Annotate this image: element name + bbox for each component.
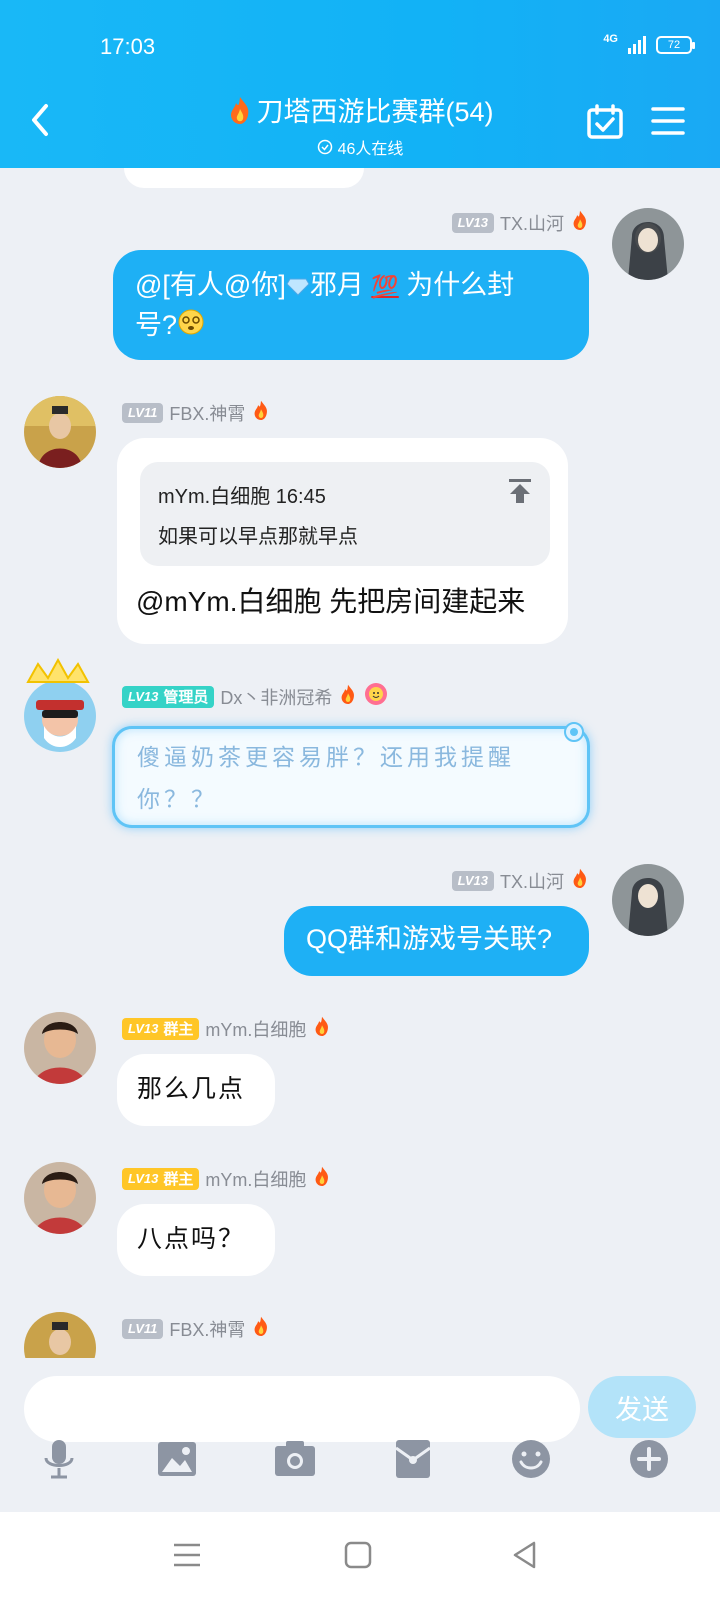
fire-icon	[338, 682, 358, 711]
message-text: QQ群和游戏号关联?	[306, 924, 553, 954]
sender-row: LV13 群主 mYm.白细胞	[122, 1164, 332, 1193]
battery-level: 72	[667, 39, 681, 51]
fire-icon	[251, 1314, 271, 1343]
avatar[interactable]	[24, 1162, 96, 1234]
quoted-message[interactable]: mYm.白细胞 16:45 如果可以早点那就早点	[140, 462, 550, 566]
avatar[interactable]	[24, 1012, 96, 1084]
image-icon[interactable]	[154, 1436, 200, 1482]
red-packet-icon[interactable]	[390, 1436, 436, 1482]
avatar[interactable]	[24, 396, 96, 468]
avatar[interactable]	[24, 658, 96, 752]
avatar[interactable]	[24, 1312, 96, 1358]
role-text: 群主	[163, 1021, 194, 1038]
previous-message-bubble	[124, 168, 364, 188]
owner-badge: LV13 群主	[122, 1167, 200, 1190]
emoji-icon[interactable]	[508, 1436, 554, 1482]
fire-icon	[312, 1164, 332, 1193]
status-time: 17:03	[100, 34, 156, 59]
sender-row: LV13 TX.山河	[451, 208, 590, 237]
fire-icon	[570, 208, 590, 237]
hundred-icon: 💯	[371, 273, 399, 299]
message-text: 那么几点	[137, 1074, 246, 1103]
message-text: 八点吗？	[137, 1224, 246, 1253]
message-text: 傻逼奶茶更容易胖？还用我提醒 你？？	[137, 737, 577, 821]
input-toolbar	[0, 1436, 720, 1496]
message-bubble[interactable]: @[有人@你] 邪月 💯 为什么封号?	[113, 250, 589, 360]
level-badge: LV11	[122, 402, 164, 423]
quote-meta: mYm.白细胞 16:45	[158, 480, 326, 509]
network-label: 4G	[603, 33, 618, 45]
mic-icon[interactable]	[36, 1436, 82, 1482]
message-text: 号?	[135, 309, 178, 340]
sender-row: LV13 管理员 Dx丶非洲冠希	[122, 682, 388, 711]
sender-row: LV13 群主 mYm.白细胞	[122, 1014, 332, 1043]
admin-badge: LV13 管理员	[122, 685, 215, 708]
level-text: LV13	[128, 689, 159, 704]
level-text: LV13	[128, 1171, 159, 1186]
group-title-text: 刀塔西游比赛群(54)	[256, 97, 494, 127]
sender-name[interactable]: mYm.白细胞	[205, 1166, 306, 1192]
quote-text: 如果可以早点那就早点	[158, 526, 358, 548]
sender-name[interactable]: Dx丶非洲冠希	[220, 684, 332, 710]
quote-author: mYm.白细胞	[158, 486, 271, 508]
fire-icon	[251, 398, 271, 427]
online-check-icon	[317, 139, 332, 154]
flower-face-icon	[364, 682, 388, 711]
level-text: LV13	[128, 1021, 159, 1036]
message-bubble[interactable]: QQ群和游戏号关联?	[284, 906, 589, 976]
message-bubble[interactable]: 那么几点	[117, 1054, 275, 1126]
message-list[interactable]: LV13 TX.山河 @[有人@你] 邪月 💯 为什么封号? LV11 FBX.神…	[0, 168, 720, 1358]
sender-name[interactable]: TX.山河	[500, 210, 564, 236]
calendar-check-icon[interactable]	[586, 104, 624, 140]
fire-icon	[231, 96, 249, 124]
role-text: 管理员	[163, 689, 209, 706]
diamond-icon	[286, 268, 310, 306]
avatar[interactable]	[612, 864, 684, 936]
jump-to-top-icon[interactable]	[508, 478, 532, 504]
avatar[interactable]	[612, 208, 684, 280]
role-text: 群主	[163, 1171, 194, 1188]
message-text: @mYm.白细胞 先把房间建起来	[136, 586, 526, 617]
message-text-line: 你？？	[137, 787, 218, 813]
sender-row: LV13 TX.山河	[451, 866, 590, 895]
level-badge: LV13	[451, 212, 494, 233]
level-badge: LV11	[122, 1318, 164, 1339]
battery-icon: 72	[656, 36, 695, 54]
bubble-decoration-icon	[564, 722, 584, 742]
message-text-line: 傻逼奶茶更容易胖？还用我提醒	[137, 745, 515, 771]
sender-name[interactable]: FBX.神霄	[169, 1316, 245, 1342]
online-count: 46人在线	[317, 135, 404, 159]
owner-badge: LV13 群主	[122, 1017, 200, 1040]
status-icons: 4G 72	[603, 33, 695, 54]
sender-row: LV11 FBX.神霄	[122, 398, 271, 427]
menu-icon[interactable]	[651, 106, 685, 136]
online-count-text: 46人在线	[337, 140, 404, 158]
send-button[interactable]: 发送	[588, 1376, 696, 1438]
group-title: 刀塔西游比赛群(54)	[226, 90, 494, 129]
home-icon[interactable]	[341, 1538, 375, 1572]
level-badge: LV13	[451, 870, 494, 891]
message-text: 邪月	[309, 270, 372, 300]
chat-header: 17:03 4G 72 刀塔西游比赛群(54) 46人在线	[0, 0, 720, 168]
message-bubble[interactable]: 八点吗？	[117, 1204, 275, 1276]
recent-apps-icon[interactable]	[170, 1538, 204, 1572]
system-nav-bar	[0, 1512, 720, 1600]
fire-icon	[570, 866, 590, 895]
mention-text: @[有人@你]	[135, 270, 286, 300]
message-text: 为什么封	[398, 270, 515, 300]
message-input[interactable]	[24, 1376, 580, 1442]
fire-icon	[312, 1014, 332, 1043]
quote-time: 16:45	[275, 486, 326, 508]
sender-row: LV11 FBX.神霄	[122, 1314, 271, 1343]
signal-icon	[628, 36, 646, 54]
sender-name[interactable]: mYm.白细胞	[205, 1016, 306, 1042]
camera-icon[interactable]	[272, 1436, 318, 1482]
sender-name[interactable]: FBX.神霄	[169, 400, 245, 426]
back-icon[interactable]	[508, 1538, 542, 1572]
dizzy-face-icon	[177, 308, 205, 346]
message-bubble[interactable]: 傻逼奶茶更容易胖？还用我提醒 你？？	[112, 722, 590, 828]
plus-icon[interactable]	[626, 1436, 672, 1482]
sender-name[interactable]: TX.山河	[500, 868, 564, 894]
